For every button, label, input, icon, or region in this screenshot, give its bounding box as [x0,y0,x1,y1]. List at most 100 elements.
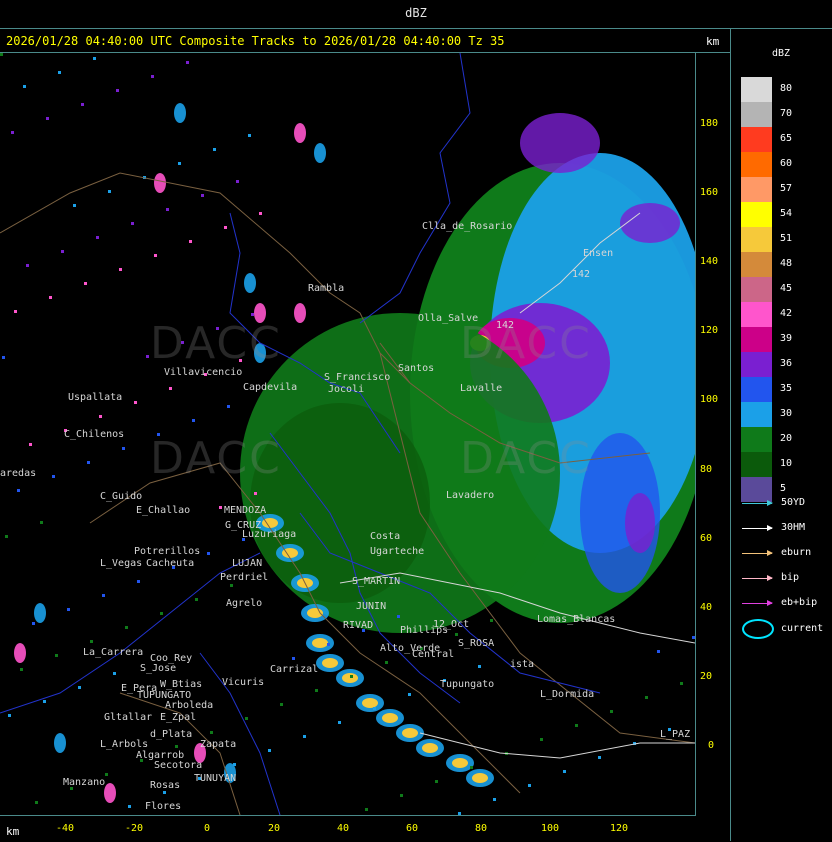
echo-speckle [528,784,531,787]
echo-speckle [224,226,227,229]
echo-speckle [154,254,157,257]
place-label: TUNUYAN [194,773,237,784]
scale-value: 5 [780,483,787,494]
echo-speckle [87,461,90,464]
echo-speckle [119,268,122,271]
scale-swatch [741,327,772,352]
echo-speckle [227,405,230,408]
echo-blob [294,123,306,143]
place-label: E_Zpal [160,712,197,723]
echo-blob [34,603,46,623]
scale-title: dBZ [772,48,791,59]
y-tick: 180 [700,118,719,129]
echo-speckle [575,724,578,727]
echo-speckle [400,794,403,797]
radar-map[interactable]: DACC DACC DACC DACC Clla_de_Rosario Ense… [0,53,696,816]
scale-value: 20 [780,433,793,444]
dacc-watermark: DACC [150,318,282,369]
echo-blob [244,273,256,293]
scale-value: 35 [780,383,793,394]
scale-swatch [741,402,772,427]
echo-speckle [102,594,105,597]
echo-speckle [455,633,458,636]
place-label: Jocoli [328,384,365,395]
scale-swatch [741,127,772,152]
track-legend-30hm: 30HM [740,522,830,536]
echo-speckle [113,672,116,675]
echo-speckle [598,756,601,759]
storm-id-label: 142 [496,320,515,331]
scale-swatch [741,77,772,102]
place-label: Rambla [308,283,345,294]
echo-speckle [78,686,81,689]
echo-speckle [8,714,11,717]
place-label: S_ROSA [458,638,495,649]
echo-blob [322,658,338,668]
echo-speckle [40,521,43,524]
product-title: dBZ [405,6,427,20]
echo-speckle [96,236,99,239]
scale-value: 65 [780,133,793,144]
echo-speckle [0,53,3,56]
place-label: Clla_de_Rosario [422,221,513,232]
place-label: Luzuriaga [242,529,297,540]
x-tick: 60 [406,823,419,834]
echo-speckle [268,749,271,752]
echo-speckle [292,657,295,660]
echo-speckle [151,75,154,78]
echo-speckle [251,313,254,316]
scale-swatch [741,227,772,252]
echo-blob [402,728,418,738]
echo-speckle [131,222,134,225]
echo-speckle [26,264,29,267]
echo-speckle [175,745,178,748]
echo-speckle [230,584,233,587]
place-label: LUJAN [232,558,263,569]
scale-swatch [741,177,772,202]
echo-speckle [385,661,388,664]
scale-swatch [741,452,772,477]
scale-value: 36 [780,358,793,369]
echo-speckle [645,696,648,699]
echo-speckle [14,310,17,313]
echo-blob [625,493,655,553]
echo-speckle [46,117,49,120]
echo-speckle [254,492,257,495]
place-label: Agrelo [226,598,263,609]
place-label: E_Challao [136,505,191,516]
echo-speckle [17,489,20,492]
scale-value: 54 [780,208,793,219]
echo-speckle [338,721,341,724]
y-tick: 140 [700,256,719,267]
echo-speckle [29,443,32,446]
x-tick: 120 [610,823,629,834]
scale-value: 51 [780,233,793,244]
track-legend-eb-bip: eb+bip [740,597,830,611]
place-label: Lomas_Blancas [537,614,616,625]
place-label: Potrerillos [134,546,201,557]
scale-value: 57 [780,183,793,194]
scale-value: 45 [780,283,793,294]
place-label: Costa [370,531,401,542]
storm-id-label: 142 [572,269,591,280]
echo-speckle [233,763,236,766]
scale-value: 30 [780,408,793,419]
x-tick: 0 [204,823,211,834]
place-label: S_MARTIN [352,576,401,587]
place-label: Lavadero [446,490,495,501]
echo-speckle [213,148,216,151]
place-label: L_PAZ [660,729,691,740]
echo-speckle [160,612,163,615]
echo-speckle [122,447,125,450]
place-label: aredas [0,468,37,479]
echo-speckle [93,57,96,60]
place-label: L_Arbols [100,739,149,750]
echo-speckle [5,535,8,538]
place-label: JUNIN [356,601,387,612]
place-label: Manzano [63,777,106,788]
place-label: Zapata [200,739,237,750]
echo-blob [620,203,680,243]
scale-value: 48 [780,258,793,269]
track-label: eburn [781,547,812,558]
place-label: ista [510,659,535,670]
